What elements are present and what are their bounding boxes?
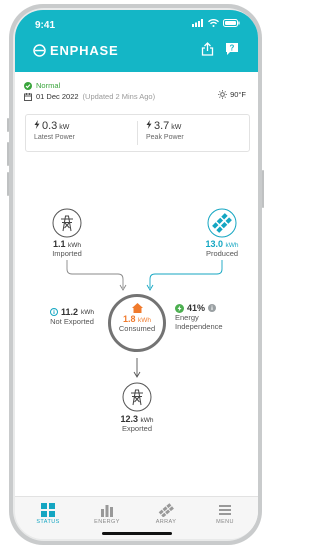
- nav-menu-label: MENU: [216, 519, 234, 525]
- side-button: [7, 118, 9, 132]
- produced-value: 13.0: [205, 239, 223, 249]
- brand-logo: ENPHASE: [33, 43, 118, 58]
- exported-node: 12.3 kWh Exported: [107, 414, 167, 433]
- imported-node: 1.1 kWh Imported: [37, 239, 97, 258]
- help-label: ?: [230, 44, 235, 53]
- independence-node: 41% Energy Independence: [175, 303, 247, 331]
- array-panels-icon: [158, 503, 174, 518]
- menu-icon: [219, 505, 231, 515]
- nav-array[interactable]: ARRAY: [141, 503, 191, 525]
- production-flow-line: [149, 260, 223, 288]
- app-screen: 9:41 ENPHASE ? Normal 01 Dec 2022 (Updat…: [15, 10, 258, 539]
- export-grid-tower-icon[interactable]: [122, 382, 152, 412]
- info-icon[interactable]: [49, 308, 58, 316]
- not-exported-label: Not Exported: [50, 317, 94, 326]
- grid-tower-icon[interactable]: [52, 208, 82, 238]
- green-bolt-icon: [175, 303, 184, 313]
- share-icon: [201, 42, 213, 56]
- status-bar-time: 9:41: [35, 20, 56, 31]
- nav-energy-label: ENERGY: [94, 519, 120, 525]
- nav-menu[interactable]: MENU: [200, 503, 250, 525]
- energy-flow-diagram: [66, 260, 223, 378]
- consumed-node[interactable]: 1.8 kWh Consumed: [108, 294, 166, 352]
- nav-status-label: STATUS: [36, 519, 60, 525]
- battery-icon: [223, 19, 240, 27]
- home-icon: [132, 303, 143, 313]
- not-exported-unit: kWh: [81, 308, 95, 316]
- signal-icon: [192, 19, 203, 27]
- independence-value: 41%: [187, 303, 206, 313]
- volume-down-button: [7, 172, 9, 196]
- status-card: Normal 01 Dec 2022 (Updated 2 Mins Ago) …: [15, 72, 258, 508]
- not-exported-node: 11.2 kWh Not Exported: [39, 307, 105, 326]
- imported-label: Imported: [52, 249, 82, 258]
- home-indicator[interactable]: [102, 532, 172, 535]
- help-chat-icon: ?: [226, 43, 238, 55]
- power-button: [262, 170, 264, 208]
- energy-bars-icon: [101, 505, 113, 517]
- produced-label: Produced: [205, 249, 239, 258]
- enphase-logo-icon: [33, 44, 46, 57]
- imported-unit: kWh: [68, 242, 82, 249]
- volume-up-button: [7, 142, 9, 166]
- info-icon[interactable]: [208, 304, 217, 312]
- wifi-icon: [208, 19, 219, 27]
- solar-panel-icon[interactable]: [207, 208, 237, 238]
- nav-status[interactable]: STATUS: [23, 503, 73, 525]
- nav-array-label: ARRAY: [155, 519, 177, 525]
- status-grid-icon: [41, 503, 55, 517]
- exported-unit: kWh: [140, 417, 154, 424]
- exported-value: 12.3: [120, 414, 138, 424]
- independence-label-line2: Independence: [175, 322, 223, 331]
- produced-node: 13.0 kWh Produced: [192, 239, 252, 258]
- imported-value: 1.1: [52, 239, 66, 249]
- share-button[interactable]: [199, 41, 215, 57]
- status-bar-icons: [192, 19, 240, 27]
- app-header: 9:41 ENPHASE ?: [15, 10, 258, 72]
- nav-energy[interactable]: ENERGY: [82, 503, 132, 525]
- brand-name: ENPHASE: [50, 43, 119, 58]
- consumed-label: Consumed: [118, 324, 156, 333]
- not-exported-value: 11.2: [60, 307, 79, 317]
- consumed-unit: kWh: [138, 317, 152, 324]
- produced-unit: kWh: [225, 242, 239, 249]
- independence-label-line1: Energy: [175, 313, 199, 322]
- import-flow-line: [66, 260, 124, 288]
- consumed-value: 1.8: [122, 314, 136, 324]
- exported-label: Exported: [121, 424, 153, 433]
- help-button[interactable]: ?: [224, 41, 240, 57]
